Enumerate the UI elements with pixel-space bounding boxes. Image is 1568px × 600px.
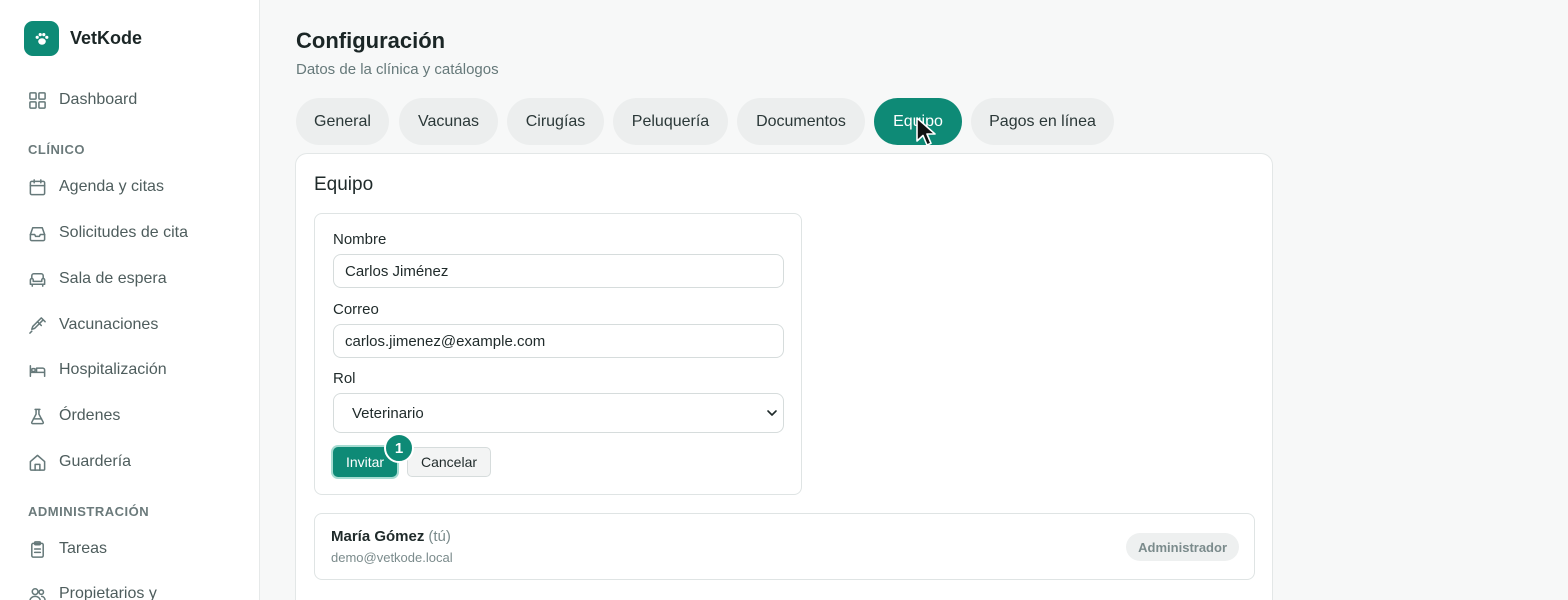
name-field[interactable] xyxy=(333,254,784,288)
users-icon xyxy=(28,585,47,600)
member-row: María Gómez (tú) demo@vetkode.local Admin… xyxy=(314,513,1255,580)
member-email: demo@vetkode.local xyxy=(331,550,453,565)
sidebar-item-hospitalizacion[interactable]: Hospitalización xyxy=(28,358,167,382)
sidebar-item-label: Agenda y citas xyxy=(59,178,164,195)
sidebar-item-label: Dashboard xyxy=(59,91,138,108)
tab-general[interactable]: General xyxy=(296,98,389,145)
role-select-value: Veterinario xyxy=(352,404,424,422)
team-card: Equipo Nombre Correo Rol Veterinario Inv… xyxy=(295,153,1273,600)
home-icon xyxy=(28,453,47,472)
sidebar-item-tareas[interactable]: Tareas xyxy=(28,537,107,561)
sidebar-item-label: Guardería xyxy=(59,453,132,470)
sidebar-item-propietarios[interactable]: Propietarios y xyxy=(28,582,157,600)
brand[interactable]: VetKode xyxy=(24,21,142,56)
sofa-icon xyxy=(28,270,47,289)
member-you-tag: (tú) xyxy=(428,528,451,545)
sidebar-item-label: Vacunaciones xyxy=(59,316,159,333)
tab-cirugias[interactable]: Cirugías xyxy=(507,98,604,145)
tab-pagos-en-linea[interactable]: Pagos en línea xyxy=(971,98,1114,145)
card-title: Equipo xyxy=(314,174,374,195)
section-label-administracion: ADMINISTRACIÓN xyxy=(28,504,150,519)
step-badge: 1 xyxy=(384,433,414,463)
sidebar-item-label: Hospitalización xyxy=(59,361,167,378)
brand-name: VetKode xyxy=(70,28,143,48)
mouse-cursor-icon xyxy=(916,117,936,146)
section-label-clinico: CLÍNICO xyxy=(28,142,85,157)
email-label: Correo xyxy=(333,301,379,318)
chevron-down-icon xyxy=(767,410,777,416)
sidebar-item-label: Tareas xyxy=(59,540,108,557)
role-badge: Administrador xyxy=(1126,533,1239,561)
sidebar-item-ordenes[interactable]: Órdenes xyxy=(28,404,120,428)
grid-icon xyxy=(28,91,47,110)
clipboard-icon xyxy=(28,540,47,559)
inbox-icon xyxy=(28,224,47,243)
sidebar-item-guarderia[interactable]: Guardería xyxy=(28,450,131,474)
page-title: Configuración xyxy=(296,28,446,53)
sidebar-item-label: Solicitudes de cita xyxy=(59,224,188,241)
sidebar-item-dashboard[interactable]: Dashboard xyxy=(28,88,137,112)
email-field[interactable] xyxy=(333,324,784,358)
sidebar-item-sala-espera[interactable]: Sala de espera xyxy=(28,267,167,291)
tab-documentos[interactable]: Documentos xyxy=(737,98,865,145)
flask-icon xyxy=(28,407,47,426)
syringe-icon xyxy=(28,316,47,335)
cancel-button[interactable]: Cancelar xyxy=(407,447,491,477)
invite-form: Nombre Correo Rol Veterinario Invitar Ca… xyxy=(314,213,802,495)
calendar-icon xyxy=(28,178,47,197)
sidebar: VetKode Dashboard CLÍNICO Agenda y citas… xyxy=(0,0,260,600)
member-name: María Gómez (tú) xyxy=(331,528,451,545)
sidebar-item-label: Sala de espera xyxy=(59,270,167,287)
role-select[interactable]: Veterinario xyxy=(333,393,784,433)
sidebar-item-vacunaciones[interactable]: Vacunaciones xyxy=(28,313,158,337)
sidebar-item-agenda[interactable]: Agenda y citas xyxy=(28,175,164,199)
paw-icon xyxy=(24,21,59,56)
sidebar-item-label: Propietarios y xyxy=(59,585,157,600)
tab-vacunas[interactable]: Vacunas xyxy=(399,98,498,145)
page-subtitle: Datos de la clínica y catálogos xyxy=(296,61,499,78)
name-label: Nombre xyxy=(333,231,387,248)
bed-icon xyxy=(28,361,47,380)
tab-peluqueria[interactable]: Peluquería xyxy=(613,98,728,145)
member-name-text: María Gómez xyxy=(331,528,425,545)
role-label: Rol xyxy=(333,370,356,387)
sidebar-item-solicitudes[interactable]: Solicitudes de cita xyxy=(28,221,188,245)
sidebar-item-label: Órdenes xyxy=(59,407,121,424)
